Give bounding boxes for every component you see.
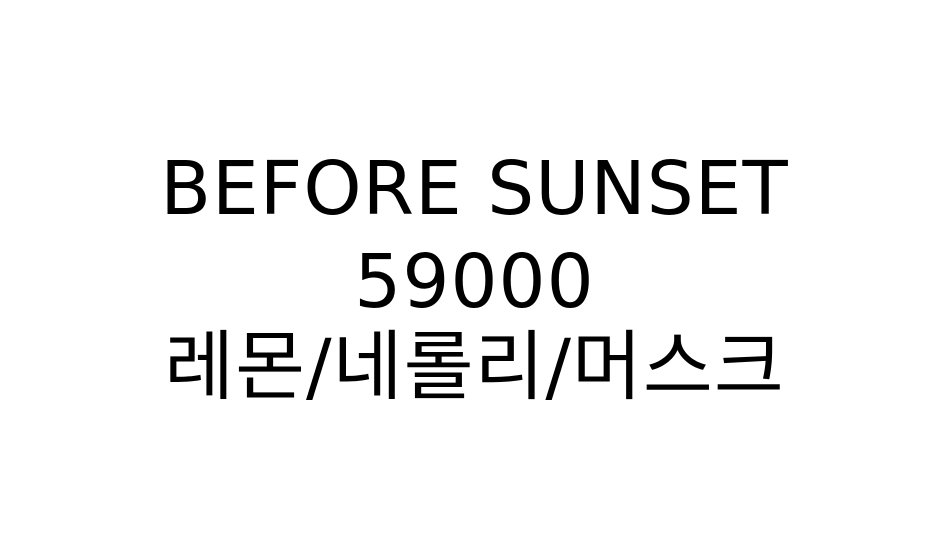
- product-price: 59000: [354, 239, 595, 325]
- product-notes: 레몬/네롤리/머스크: [164, 322, 785, 411]
- product-name: BEFORE SUNSET: [160, 146, 789, 232]
- product-card: BEFORE SUNSET 59000 레몬/네롤리/머스크: [0, 0, 949, 558]
